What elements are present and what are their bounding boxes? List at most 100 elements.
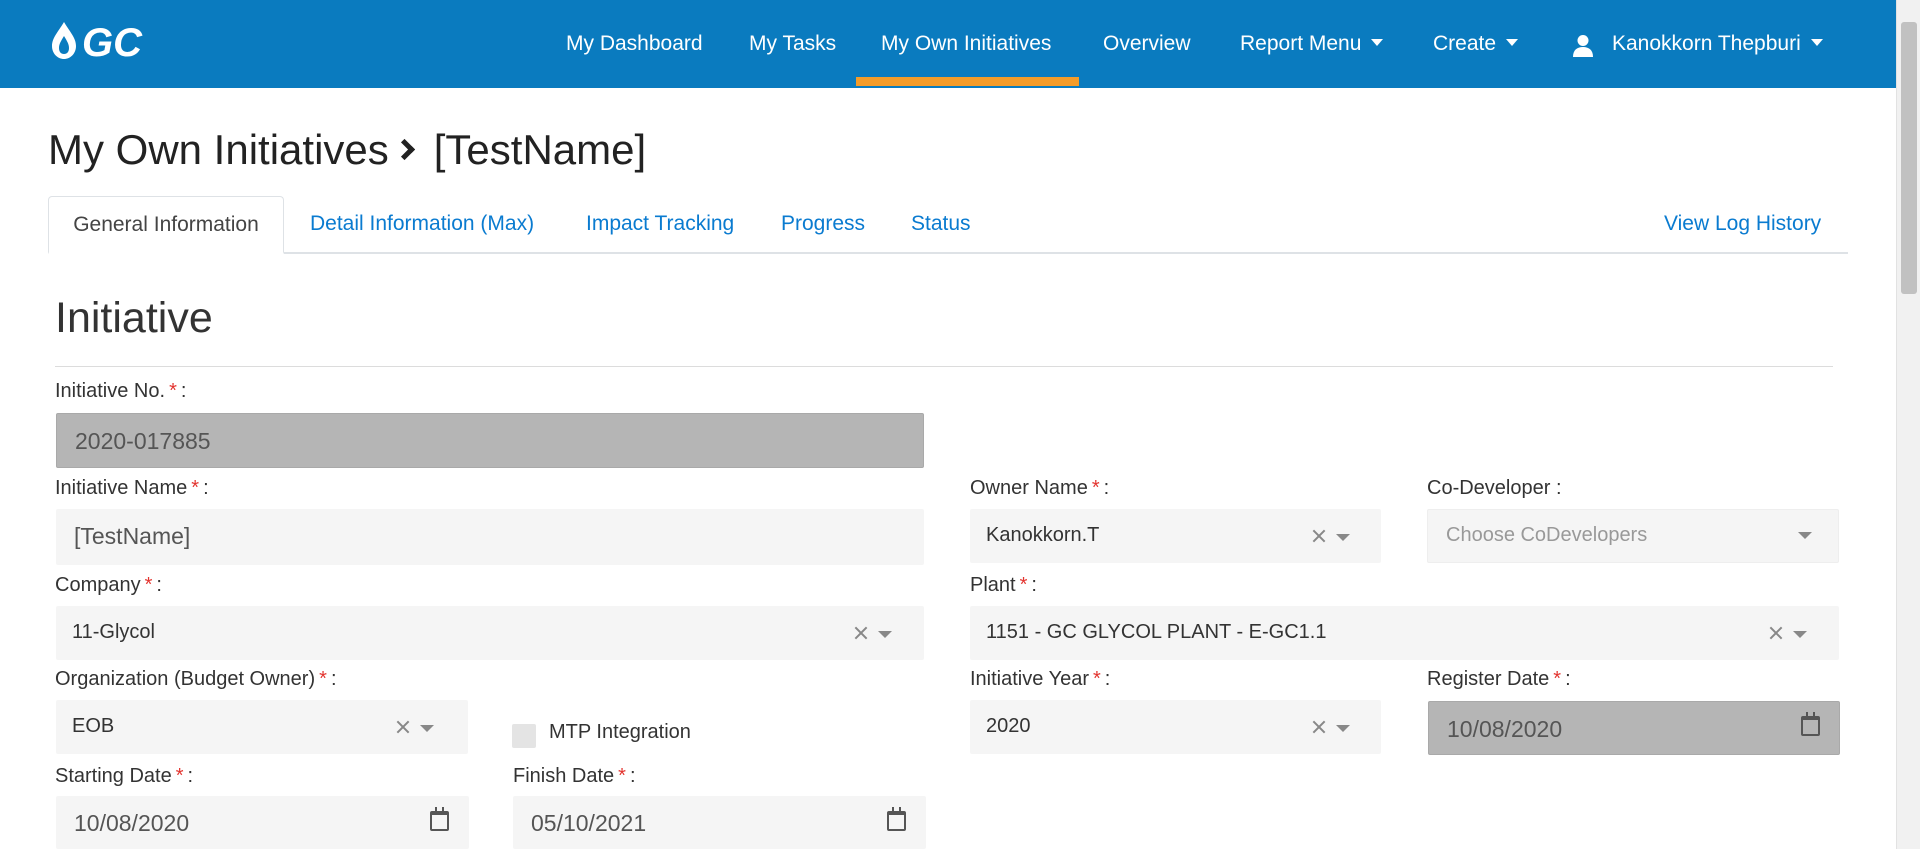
top-navbar: GC My Dashboard My Tasks My Own Initiati…	[0, 0, 1896, 88]
register-date-label: Register Date *:	[1427, 668, 1571, 690]
plant-label-text: Plant	[970, 574, 1016, 596]
organization-label-text: Organization (Budget Owner)	[55, 668, 316, 690]
plant-value: 1151 - GC GLYCOL PLANT - E-GC1.1	[986, 621, 1327, 643]
chevron-down-icon[interactable]	[1336, 725, 1350, 732]
chevron-down-icon[interactable]	[1336, 534, 1350, 541]
register-date-label-text: Register Date	[1427, 668, 1550, 690]
owner-name-label-text: Owner Name	[970, 477, 1088, 499]
chevron-down-icon[interactable]	[1798, 532, 1812, 539]
co-developer-label: Co-Developer :	[1427, 477, 1562, 499]
calendar-icon	[1801, 712, 1820, 736]
owner-name-value: Kanokkorn.T	[986, 524, 1100, 546]
company-select[interactable]: 11-Glycol	[56, 606, 924, 660]
required-mark: *	[169, 380, 177, 402]
finish-date-label: Finish Date *:	[513, 765, 636, 787]
initiative-no-value: 2020-017885	[75, 428, 211, 454]
calendar-icon[interactable]	[430, 807, 449, 831]
plant-select[interactable]: 1151 - GC GLYCOL PLANT - E-GC1.1	[970, 606, 1839, 660]
breadcrumb-current: [TestName]	[433, 126, 647, 173]
initiative-no-label-text: Initiative No.	[55, 380, 166, 402]
svg-text:GC: GC	[82, 21, 143, 62]
page-scrollbar[interactable]	[1896, 0, 1920, 849]
clear-icon[interactable]	[1312, 529, 1326, 543]
required-mark: *	[319, 668, 327, 690]
clear-icon[interactable]	[854, 626, 868, 640]
breadcrumb-root: My Own Initiatives	[48, 126, 389, 173]
initiative-name-input[interactable]: [TestName]	[56, 509, 924, 565]
chevron-down-icon	[1810, 38, 1823, 46]
owner-name-label: Owner Name *:	[970, 477, 1110, 499]
required-mark: *	[618, 765, 626, 787]
nav-my-own-initiatives[interactable]: My Own Initiatives	[881, 32, 1051, 56]
starting-date-value: 10/08/2020	[74, 810, 190, 836]
initiative-no-field: 2020-017885	[56, 413, 924, 468]
view-log-history-link[interactable]: View Log History	[1664, 212, 1821, 236]
chevron-down-icon[interactable]	[1793, 631, 1807, 638]
page-title: My Own Initiatives [TestName]	[48, 126, 646, 174]
chevron-down-icon[interactable]	[878, 631, 892, 638]
starting-date-input[interactable]: 10/08/2020	[56, 796, 469, 849]
gc-logo[interactable]: GC	[48, 18, 183, 62]
calendar-icon[interactable]	[887, 807, 906, 831]
section-divider	[55, 366, 1833, 367]
finish-date-label-text: Finish Date	[513, 765, 615, 787]
starting-date-label-text: Starting Date	[55, 765, 172, 787]
co-developer-placeholder: Choose CoDevelopers	[1446, 524, 1648, 546]
finish-date-value: 05/10/2021	[531, 810, 647, 836]
starting-date-label: Starting Date *:	[55, 765, 194, 787]
finish-date-input[interactable]: 05/10/2021	[513, 796, 926, 849]
nav-report-menu-label: Report Menu	[1240, 32, 1362, 55]
chevron-down-icon	[1371, 38, 1384, 46]
required-mark: *	[175, 765, 184, 787]
required-mark: *	[1092, 668, 1101, 690]
company-label: Company *:	[55, 574, 162, 596]
tab-status[interactable]: Status	[911, 212, 971, 236]
nav-create[interactable]: Create	[1433, 32, 1519, 56]
initiative-name-label: Initiative Name *:	[55, 477, 209, 499]
initiative-name-value: [TestName]	[74, 523, 191, 549]
organization-select[interactable]: EOB	[56, 700, 468, 754]
organization-value: EOB	[72, 715, 115, 737]
mtp-integration-checkbox[interactable]	[512, 724, 536, 748]
initiative-name-label-text: Initiative Name	[55, 477, 188, 499]
nav-user-menu[interactable]: Kanokkorn Thepburi	[1612, 32, 1823, 56]
initiative-year-select[interactable]: 2020	[970, 700, 1381, 754]
nav-create-label: Create	[1433, 32, 1497, 55]
co-developer-select[interactable]: Choose CoDevelopers	[1427, 509, 1839, 563]
tab-general-information[interactable]: General Information	[48, 196, 284, 254]
mtp-integration-label: MTP Integration	[549, 721, 691, 743]
user-name: Kanokkorn Thepburi	[1612, 32, 1801, 55]
clear-icon[interactable]	[1769, 626, 1783, 640]
section-title: Initiative	[55, 294, 213, 342]
tabs-divider	[48, 252, 1848, 254]
owner-name-select[interactable]: Kanokkorn.T	[970, 509, 1381, 563]
scrollbar-thumb[interactable]	[1901, 22, 1917, 294]
chevron-right-icon	[393, 139, 415, 161]
nav-overview[interactable]: Overview	[1103, 32, 1191, 56]
tab-impact-tracking[interactable]: Impact Tracking	[586, 212, 734, 236]
required-mark: *	[1553, 668, 1562, 690]
clear-icon[interactable]	[1312, 720, 1326, 734]
company-value: 11-Glycol	[72, 621, 155, 643]
required-mark: *	[144, 574, 153, 596]
plant-label: Plant *:	[970, 574, 1037, 596]
nav-my-dashboard[interactable]: My Dashboard	[566, 32, 703, 56]
nav-report-menu[interactable]: Report Menu	[1240, 32, 1384, 56]
initiative-no-label: Initiative No. *:	[55, 380, 187, 402]
tab-progress[interactable]: Progress	[781, 212, 865, 236]
tab-detail-information[interactable]: Detail Information (Max)	[310, 212, 534, 236]
clear-icon[interactable]	[396, 720, 410, 734]
nav-my-tasks[interactable]: My Tasks	[749, 32, 836, 56]
active-nav-indicator	[856, 77, 1079, 86]
required-mark: *	[1019, 574, 1028, 596]
organization-label: Organization (Budget Owner) *:	[55, 668, 337, 690]
initiative-year-label: Initiative Year *:	[970, 668, 1111, 690]
chevron-down-icon	[1506, 38, 1519, 46]
user-icon	[1573, 35, 1593, 57]
initiative-year-label-text: Initiative Year	[970, 668, 1089, 690]
initiative-year-value: 2020	[986, 715, 1031, 737]
required-mark: *	[1091, 477, 1100, 499]
required-mark: *	[191, 477, 200, 499]
chevron-down-icon[interactable]	[420, 725, 434, 732]
register-date-field: 10/08/2020	[1428, 701, 1840, 755]
